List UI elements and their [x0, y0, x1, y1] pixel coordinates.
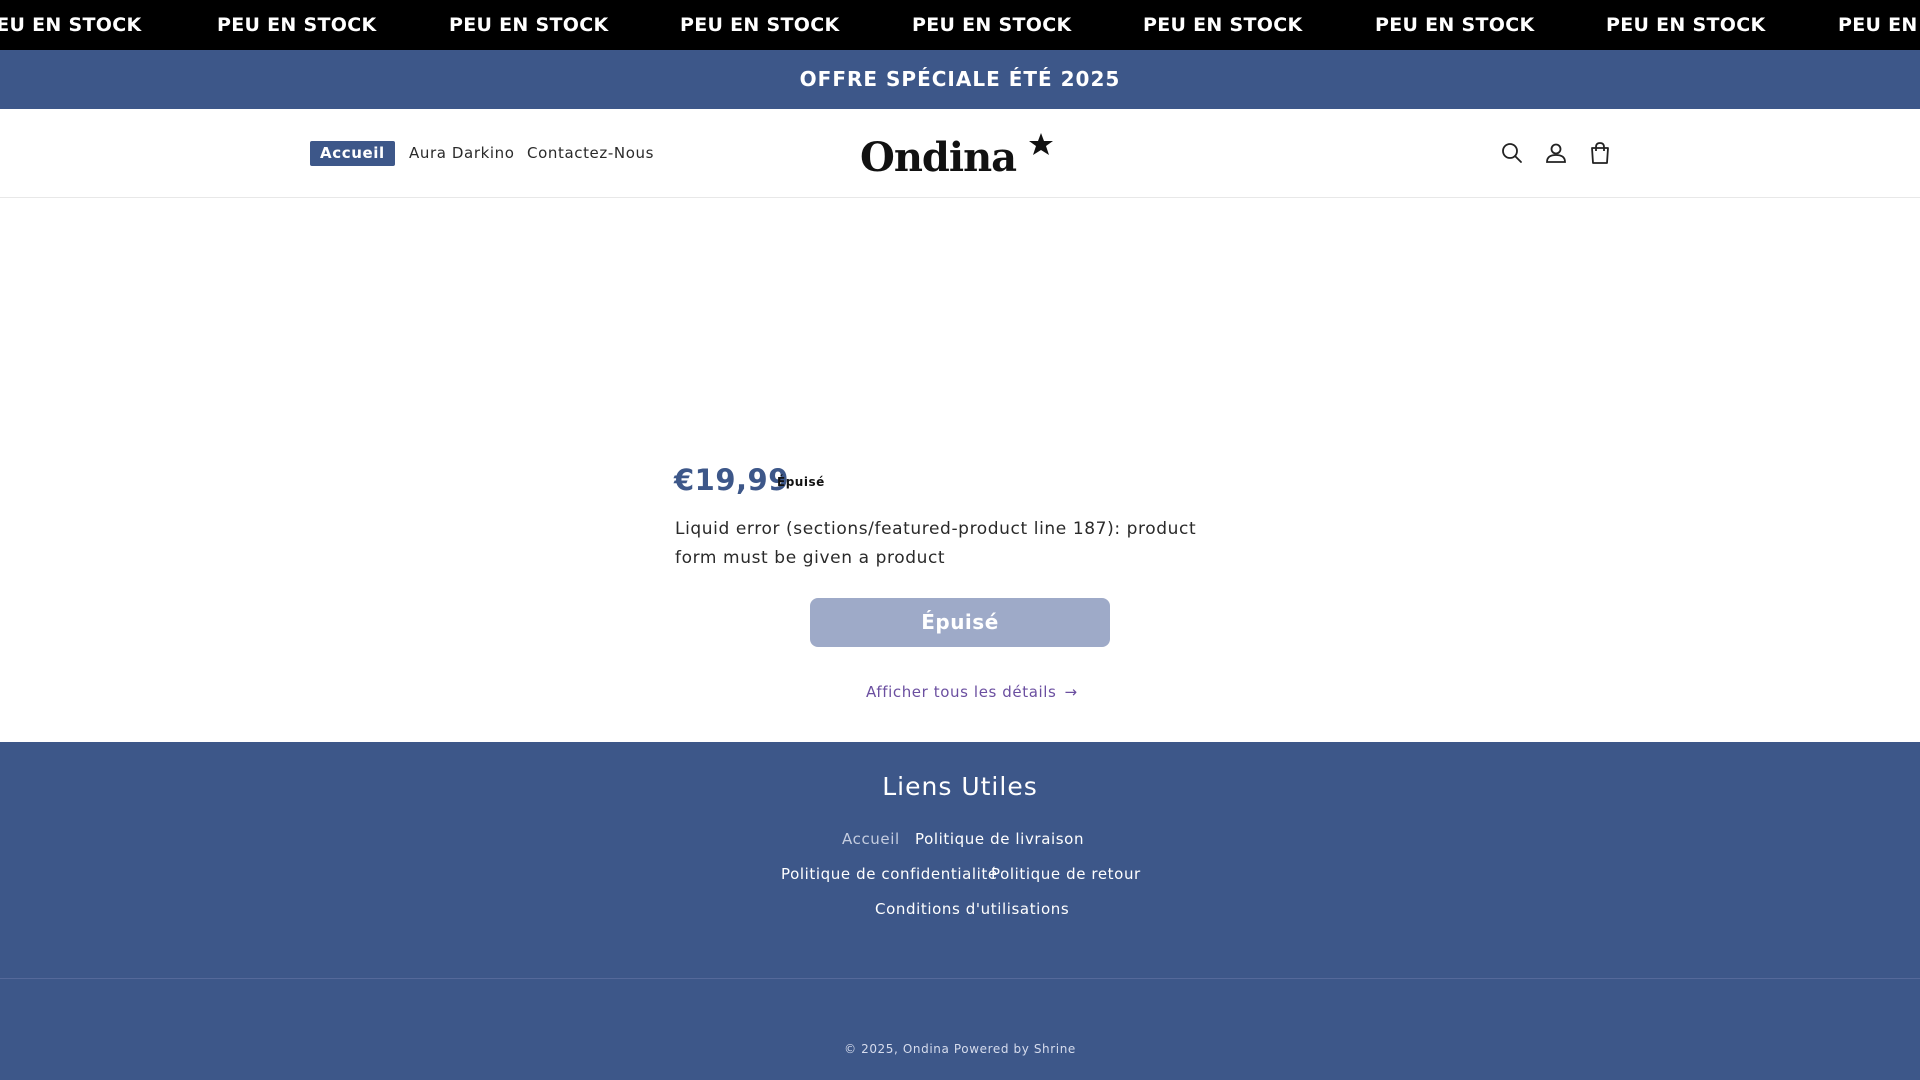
search-icon[interactable] [1499, 140, 1525, 166]
nav-link-aura-darkino[interactable]: Aura Darkino [409, 141, 515, 166]
logo-text: Ondina [860, 134, 1016, 177]
sold-out-button[interactable]: Épuisé [810, 598, 1110, 647]
footer-link-accueil[interactable]: Accueil [842, 830, 900, 848]
marquee-item: PEU EN STOCK [449, 14, 609, 36]
footer-link-return-policy[interactable]: Politique de retour [991, 865, 1141, 883]
low-stock-marquee: PEU EN STOCK PEU EN STOCK PEU EN STOCK P… [0, 0, 1920, 50]
marquee-item: PEU EN STOCK [217, 14, 377, 36]
arrow-right-icon: → [1064, 683, 1078, 701]
nav-link-accueil[interactable]: Accueil [310, 141, 395, 166]
ondina-logo[interactable]: Ondina [858, 131, 1058, 181]
copyright: © 2025, Ondina Powered by Shrine [0, 1042, 1920, 1056]
marquee-item: PEU EN STOCK [912, 14, 1072, 36]
cart-icon[interactable] [1587, 140, 1613, 166]
marquee-item: PEU EN STOCK [1606, 14, 1766, 36]
marquee-item: PEU EN STOCK [680, 14, 840, 36]
sold-out-badge: Épuisé [777, 475, 825, 489]
marquee-item: PEU EN STOCK [0, 14, 142, 36]
site-header: Accueil Aura Darkino Contactez-Nous Ondi… [0, 109, 1920, 198]
view-details-link[interactable]: Afficher tous les détails → [866, 683, 1077, 701]
marquee-item: PEU EN STOCK [1143, 14, 1303, 36]
view-details-label: Afficher tous les détails [866, 683, 1057, 701]
footer-link-terms[interactable]: Conditions d'utilisations [875, 900, 1069, 918]
promo-text: OFFRE SPÉCIALE ÉTÉ 2025 [799, 67, 1121, 91]
account-icon[interactable] [1543, 140, 1569, 166]
footer-title: Liens Utiles [882, 772, 1038, 801]
site-footer: Liens Utiles Accueil Politique de livrai… [0, 742, 1920, 1080]
copyright-prefix: © 2025, [844, 1042, 903, 1056]
liquid-error-message: Liquid error (sections/featured-product … [675, 519, 1197, 568]
marquee-item: PEU EN STOCK [1375, 14, 1535, 36]
copyright-brand-link[interactable]: Ondina [903, 1042, 950, 1056]
nav-link-contact[interactable]: Contactez-Nous [527, 141, 654, 166]
marquee-item: PEU EN STOCK [1838, 14, 1920, 36]
footer-link-privacy-policy[interactable]: Politique de confidentialité [781, 865, 998, 883]
powered-by-link[interactable]: Powered by Shrine [954, 1042, 1076, 1056]
footer-divider [0, 978, 1920, 979]
footer-link-shipping-policy[interactable]: Politique de livraison [915, 830, 1084, 848]
promo-banner: OFFRE SPÉCIALE ÉTÉ 2025 [0, 50, 1920, 109]
product-price: €19,99 [674, 463, 789, 497]
